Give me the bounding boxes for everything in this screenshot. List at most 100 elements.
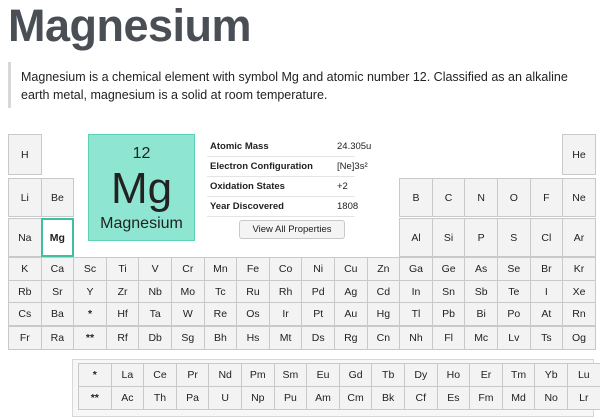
element-cell-ac[interactable]: Ac: [110, 386, 145, 410]
element-cell-cf[interactable]: Cf: [404, 386, 438, 410]
element-cell-cn[interactable]: Cn: [366, 326, 401, 350]
element-cell-b[interactable]: B: [399, 178, 433, 217]
element-cell-ag[interactable]: Ag: [334, 280, 368, 304]
element-cell-nb[interactable]: Nb: [138, 280, 172, 304]
element-cell-i[interactable]: I: [529, 280, 564, 304]
element-cell-cu[interactable]: Cu: [334, 257, 368, 281]
element-cell-rg[interactable]: Rg: [334, 326, 368, 350]
element-cell-rf[interactable]: Rf: [105, 326, 140, 350]
element-cell-bh[interactable]: Bh: [203, 326, 238, 350]
element-cell-pu[interactable]: Pu: [273, 386, 308, 410]
element-cell-la[interactable]: La: [110, 363, 145, 387]
element-cell-na[interactable]: Na: [8, 218, 42, 257]
element-cell-au[interactable]: Au: [334, 302, 368, 326]
element-cell-sc[interactable]: Sc: [73, 257, 107, 281]
element-cell-pa[interactable]: Pa: [175, 386, 210, 410]
element-cell-ta[interactable]: Ta: [138, 302, 172, 326]
element-cell-actinide-marker[interactable]: **: [78, 386, 112, 410]
element-cell-pt[interactable]: Pt: [301, 302, 335, 326]
element-cell-hf[interactable]: Hf: [105, 302, 140, 326]
element-cell-cd[interactable]: Cd: [366, 280, 401, 304]
element-cell-sb[interactable]: Sb: [464, 280, 498, 304]
element-cell-fe[interactable]: Fe: [236, 257, 270, 281]
element-cell-am[interactable]: Am: [306, 386, 340, 410]
element-cell-db[interactable]: Db: [138, 326, 172, 350]
element-cell-dy[interactable]: Dy: [404, 363, 438, 387]
element-cell-y[interactable]: Y: [73, 280, 107, 304]
element-cell-w[interactable]: W: [171, 302, 205, 326]
element-cell-es[interactable]: Es: [436, 386, 471, 410]
element-cell-ru[interactable]: Ru: [236, 280, 270, 304]
element-cell-ti[interactable]: Ti: [105, 257, 140, 281]
element-cell-ge[interactable]: Ge: [431, 257, 466, 281]
element-cell-fm[interactable]: Fm: [469, 386, 503, 410]
element-cell-lanthanide-marker[interactable]: *: [73, 302, 107, 326]
element-cell-pm[interactable]: Pm: [241, 363, 275, 387]
element-cell-lu[interactable]: Lu: [567, 363, 600, 387]
element-cell-ds[interactable]: Ds: [301, 326, 335, 350]
view-all-properties-button[interactable]: View All Properties: [239, 220, 345, 239]
element-cell-as[interactable]: As: [464, 257, 498, 281]
element-cell-ce[interactable]: Ce: [143, 363, 177, 387]
element-cell-gd[interactable]: Gd: [338, 363, 373, 387]
element-cell-sr[interactable]: Sr: [40, 280, 75, 304]
element-cell-np[interactable]: Np: [241, 386, 275, 410]
element-cell-mc[interactable]: Mc: [464, 326, 498, 350]
element-cell-ho[interactable]: Ho: [436, 363, 471, 387]
element-cell-zn[interactable]: Zn: [366, 257, 401, 281]
element-cell-u[interactable]: U: [208, 386, 242, 410]
element-cell-cm[interactable]: Cm: [338, 386, 373, 410]
element-cell-pr[interactable]: Pr: [175, 363, 210, 387]
element-cell-tb[interactable]: Tb: [371, 363, 405, 387]
element-cell-li[interactable]: Li: [8, 178, 42, 217]
element-cell-se[interactable]: Se: [497, 257, 531, 281]
element-cell-rh[interactable]: Rh: [268, 280, 303, 304]
element-cell-os[interactable]: Os: [236, 302, 270, 326]
element-cell-lv[interactable]: Lv: [497, 326, 531, 350]
element-cell-mn[interactable]: Mn: [203, 257, 238, 281]
element-cell-ne[interactable]: Ne: [562, 178, 596, 217]
element-cell-cl[interactable]: Cl: [529, 218, 564, 257]
element-cell-re[interactable]: Re: [203, 302, 238, 326]
element-cell-cr[interactable]: Cr: [171, 257, 205, 281]
element-cell-rb[interactable]: Rb: [8, 280, 42, 304]
element-cell-bk[interactable]: Bk: [371, 386, 405, 410]
element-cell-bi[interactable]: Bi: [464, 302, 498, 326]
element-cell-th[interactable]: Th: [143, 386, 177, 410]
element-cell-p[interactable]: P: [464, 218, 498, 257]
element-cell-c[interactable]: C: [431, 178, 466, 217]
element-cell-xe[interactable]: Xe: [562, 280, 596, 304]
element-cell-k[interactable]: K: [8, 257, 42, 281]
element-cell-pb[interactable]: Pb: [431, 302, 466, 326]
element-cell-mo[interactable]: Mo: [171, 280, 205, 304]
element-cell-cs[interactable]: Cs: [8, 302, 42, 326]
element-cell-er[interactable]: Er: [469, 363, 503, 387]
element-cell-hs[interactable]: Hs: [236, 326, 270, 350]
element-cell-at[interactable]: At: [529, 302, 564, 326]
element-cell-co[interactable]: Co: [268, 257, 303, 281]
element-cell-he[interactable]: He: [562, 134, 596, 175]
element-cell-f[interactable]: F: [529, 178, 564, 217]
element-cell-hg[interactable]: Hg: [366, 302, 401, 326]
element-cell-po[interactable]: Po: [497, 302, 531, 326]
element-cell-md[interactable]: Md: [501, 386, 536, 410]
element-cell-si[interactable]: Si: [431, 218, 466, 257]
element-cell-ir[interactable]: Ir: [268, 302, 303, 326]
element-cell-be[interactable]: Be: [40, 178, 75, 217]
element-cell-ga[interactable]: Ga: [399, 257, 433, 281]
element-cell-te[interactable]: Te: [497, 280, 531, 304]
element-cell-sm[interactable]: Sm: [273, 363, 308, 387]
element-cell-ra[interactable]: Ra: [40, 326, 75, 350]
element-cell-o[interactable]: O: [497, 178, 531, 217]
element-cell-tc[interactable]: Tc: [203, 280, 238, 304]
element-cell-s[interactable]: S: [497, 218, 531, 257]
element-cell-zr[interactable]: Zr: [105, 280, 140, 304]
element-cell-ca[interactable]: Ca: [40, 257, 75, 281]
element-cell-al[interactable]: Al: [399, 218, 433, 257]
element-cell-nh[interactable]: Nh: [399, 326, 433, 350]
element-cell-ba[interactable]: Ba: [40, 302, 75, 326]
element-cell-in[interactable]: In: [399, 280, 433, 304]
element-cell-fr[interactable]: Fr: [8, 326, 42, 350]
element-cell-no[interactable]: No: [534, 386, 568, 410]
element-cell-eu[interactable]: Eu: [306, 363, 340, 387]
